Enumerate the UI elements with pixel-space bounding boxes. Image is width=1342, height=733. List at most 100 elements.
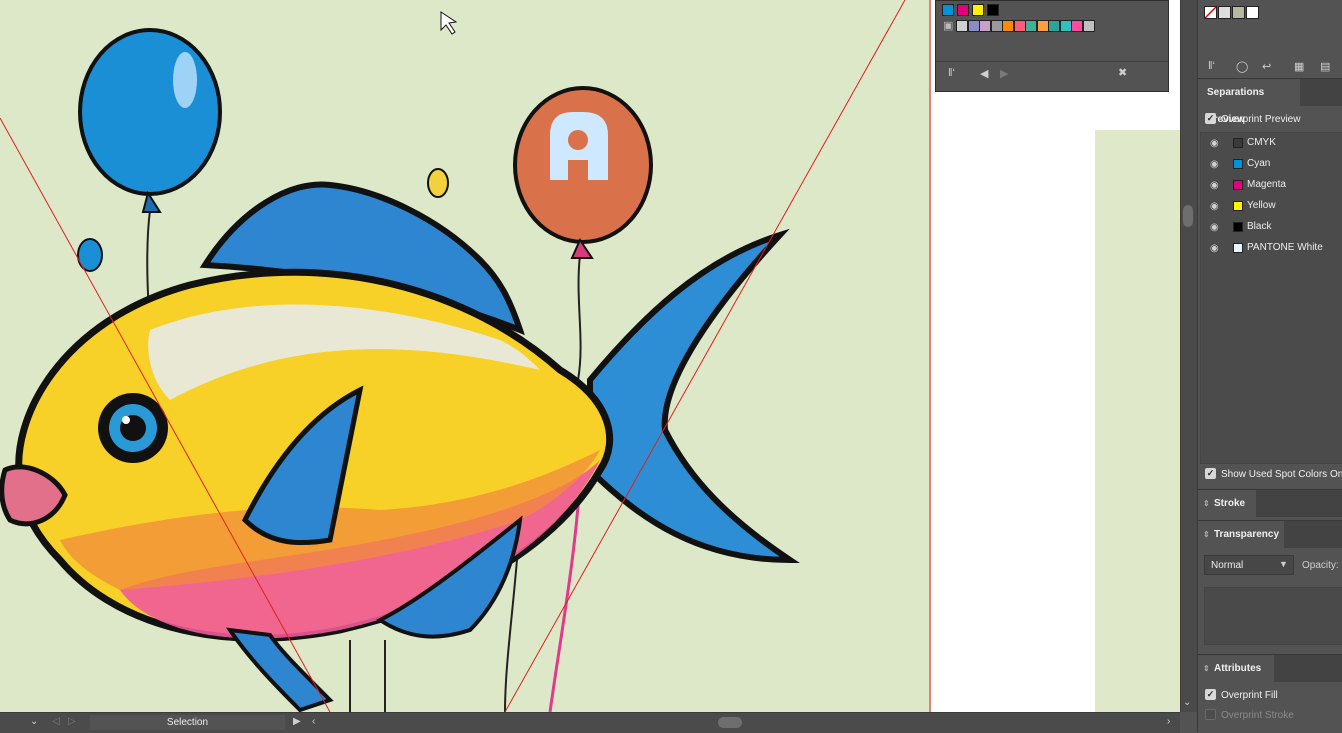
- separation-name: CMYK: [1247, 137, 1276, 148]
- eye-icon[interactable]: ◉: [1210, 180, 1219, 191]
- chevron-down-icon[interactable]: ⌄: [30, 716, 38, 727]
- tab-label: Stroke: [1214, 498, 1246, 509]
- scroll-down-icon[interactable]: ⌄: [1183, 697, 1191, 708]
- separation-color-chip: [1233, 201, 1243, 211]
- swatch[interactable]: [979, 20, 991, 32]
- swatch[interactable]: [1002, 20, 1014, 32]
- tab-separations-preview[interactable]: Separations Preview: [1198, 79, 1300, 125]
- eye-icon[interactable]: ◉: [1210, 138, 1219, 149]
- folder-icon: ▣: [943, 20, 954, 32]
- separation-color-chip: [1233, 222, 1243, 232]
- tab-label: Transparency: [1214, 529, 1280, 540]
- transparency-tabbar: ⇕ Transparency: [1198, 520, 1342, 548]
- next-icon[interactable]: ▶: [1000, 67, 1008, 80]
- transparency-thumbnail-area: [1204, 587, 1342, 645]
- attributes-tabbar: ⇕ Attributes: [1198, 654, 1342, 682]
- collapse-icon: ⇕: [1203, 530, 1210, 539]
- swatch[interactable]: [956, 20, 968, 32]
- tab-attributes[interactable]: ⇕ Attributes: [1198, 655, 1274, 682]
- collapse-icon: ⇕: [1203, 499, 1210, 508]
- separation-row[interactable]: ◉ Black: [1201, 217, 1342, 238]
- overprint-fill-checkbox[interactable]: ✓: [1205, 689, 1216, 700]
- separation-row[interactable]: ◉ Cyan: [1201, 154, 1342, 175]
- previous-icon[interactable]: ◀: [980, 67, 988, 80]
- scroll-left-icon[interactable]: ‹: [312, 716, 315, 727]
- swatch-kind-icon[interactable]: ◯: [1236, 60, 1248, 73]
- swatch-row-2: ▣: [942, 19, 1167, 39]
- swatches-panel[interactable]: ▣ ‖‘ ◀ ▶ ✖: [935, 0, 1169, 92]
- status-bar: ⌄ ◁ ▷ Selection ▶ ‹ ›: [0, 712, 1180, 733]
- swatch[interactable]: [987, 4, 999, 16]
- horizontal-scroll-thumb[interactable]: [718, 717, 742, 728]
- eye-icon[interactable]: ◉: [1210, 159, 1219, 170]
- tab-stroke[interactable]: ⇕ Stroke: [1198, 490, 1256, 517]
- color-swatch-icon[interactable]: [1232, 6, 1245, 19]
- separation-name: Cyan: [1247, 158, 1271, 169]
- tab-label: Attributes: [1214, 663, 1262, 674]
- overprint-fill-label: Overprint Fill: [1221, 690, 1278, 701]
- swatch[interactable]: [1048, 20, 1060, 32]
- separation-color-chip: [1233, 243, 1243, 253]
- swatch[interactable]: [942, 4, 954, 16]
- separation-name: Yellow: [1247, 200, 1276, 211]
- separation-row[interactable]: ◉ Yellow: [1201, 196, 1342, 217]
- separations-tabbar: Separations Preview: [1198, 78, 1342, 125]
- new-swatch-icon[interactable]: ▤: [1320, 60, 1330, 73]
- eye-icon[interactable]: ◉: [1210, 222, 1219, 233]
- chevron-down-icon: ▼: [1279, 559, 1288, 569]
- current-tool-display[interactable]: Selection: [90, 715, 285, 730]
- library-icon[interactable]: ‖‘: [1208, 60, 1215, 72]
- show-spot-colors-label: Show Used Spot Colors Onl: [1221, 469, 1342, 480]
- play-icon[interactable]: ▶: [293, 716, 301, 727]
- separations-list[interactable]: ◉ CMYK ◉ Cyan ◉ Magenta ◉ Yellow ◉ Black ◉ PANTONE …: [1200, 132, 1342, 464]
- swatch[interactable]: [1036, 20, 1049, 32]
- separation-name: PANTONE White: [1247, 242, 1323, 253]
- separation-row[interactable]: ◉ CMYK: [1201, 133, 1342, 154]
- swatch[interactable]: [1059, 20, 1072, 32]
- tab-transparency[interactable]: ⇕ Transparency: [1198, 521, 1284, 548]
- swatch[interactable]: [1025, 20, 1037, 32]
- stroke-swatch-icon[interactable]: [1246, 6, 1259, 19]
- registration-swatch-icon[interactable]: [1218, 6, 1231, 19]
- swatch[interactable]: [990, 20, 1003, 32]
- vertical-scrollbar[interactable]: [1180, 0, 1198, 712]
- swatch-library-icon[interactable]: ‖‘: [948, 67, 955, 79]
- blend-mode-value: Normal: [1211, 560, 1244, 571]
- separation-name: Magenta: [1247, 179, 1286, 190]
- blend-mode-select[interactable]: Normal ▼: [1204, 555, 1294, 575]
- separation-color-chip: [1233, 180, 1243, 190]
- swatch[interactable]: [957, 4, 969, 16]
- artboard-canvas[interactable]: [0, 0, 931, 712]
- swatch[interactable]: [1071, 20, 1083, 32]
- swatches-footer: ‖‘ ◀ ▶ ✖: [936, 61, 1168, 88]
- separation-color-chip: [1233, 159, 1243, 169]
- overprint-preview-checkbox[interactable]: ✓: [1205, 113, 1216, 124]
- opacity-label: Opacity:: [1302, 560, 1339, 571]
- separation-color-chip: [1233, 138, 1243, 148]
- fill-none-icon[interactable]: [1204, 6, 1217, 19]
- separation-row[interactable]: ◉ PANTONE White: [1201, 238, 1342, 259]
- import-icon[interactable]: ↩: [1262, 60, 1271, 73]
- swatch[interactable]: [1013, 20, 1026, 32]
- new-group-icon[interactable]: ▦: [1294, 60, 1304, 73]
- last-artboard-icon[interactable]: ▷: [68, 716, 76, 727]
- swatch[interactable]: [972, 4, 984, 16]
- separation-row[interactable]: ◉ Magenta: [1201, 175, 1342, 196]
- overprint-stroke-label: Overprint Stroke: [1221, 710, 1294, 721]
- first-artboard-icon[interactable]: ◁: [52, 716, 60, 727]
- vertical-scroll-thumb[interactable]: [1183, 205, 1193, 227]
- scroll-right-icon[interactable]: ›: [1167, 716, 1170, 727]
- show-spot-colors-checkbox[interactable]: ✓: [1205, 468, 1216, 479]
- separation-name: Black: [1247, 221, 1272, 232]
- current-tool-label: Selection: [166, 717, 209, 728]
- swatch[interactable]: [1082, 20, 1095, 32]
- tools-icon[interactable]: ✖: [1118, 66, 1127, 79]
- right-panel-dock: ‖‘ ◯ ↩ ▦ ▤ Separations Preview ✓ Overpri…: [1197, 0, 1342, 732]
- overprint-stroke-checkbox[interactable]: [1205, 709, 1216, 720]
- eye-icon[interactable]: ◉: [1210, 243, 1219, 254]
- stroke-tabbar: ⇕ Stroke: [1198, 489, 1342, 517]
- swatch[interactable]: [967, 20, 980, 32]
- collapse-icon: ⇕: [1203, 664, 1210, 673]
- eye-icon[interactable]: ◉: [1210, 201, 1219, 212]
- fish-artwork[interactable]: [0, 0, 931, 712]
